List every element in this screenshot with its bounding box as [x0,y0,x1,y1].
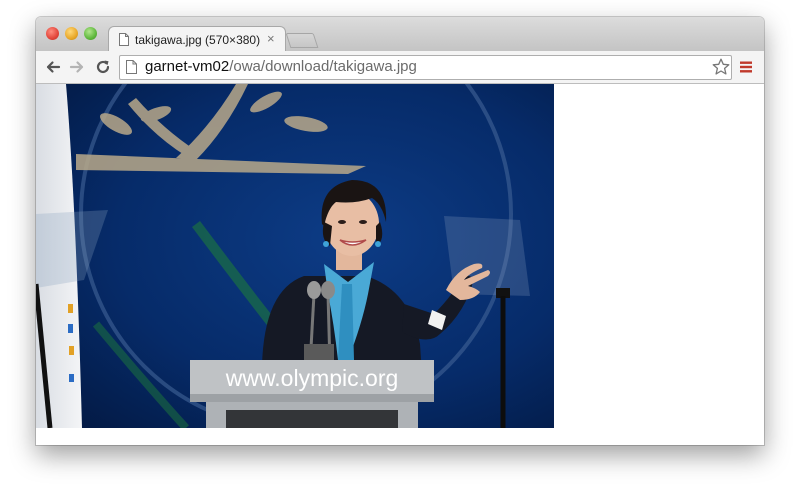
browser-tab[interactable]: takigawa.jpg (570×380) × [108,26,286,53]
minimize-window-button[interactable] [65,27,78,40]
new-tab-button[interactable] [285,33,319,48]
hamburger-menu-icon[interactable] [740,61,752,73]
page-content: www.olympic.org [36,84,764,445]
reload-icon [96,60,110,74]
star-icon[interactable] [711,57,731,77]
forward-button[interactable] [67,57,87,77]
tab-close-icon[interactable]: × [267,31,275,46]
page-icon [126,60,137,74]
browser-window: takigawa.jpg (570×380) × garnet-vm02/owa… [36,17,764,445]
podium-text: www.olympic.org [225,365,399,391]
back-arrow-icon [46,61,61,73]
maximize-window-button[interactable] [84,27,97,40]
reload-button[interactable] [93,57,113,77]
url-path: /owa/download/takigawa.jpg [229,58,417,75]
displayed-image[interactable]: www.olympic.org [36,84,554,428]
forward-arrow-icon [69,61,84,73]
toolbar: garnet-vm02/owa/download/takigawa.jpg [36,51,764,84]
title-bar: takigawa.jpg (570×380) × [36,17,764,53]
url-text[interactable]: garnet-vm02/owa/download/takigawa.jpg [145,58,417,75]
address-bar[interactable]: garnet-vm02/owa/download/takigawa.jpg [119,55,732,80]
close-window-button[interactable] [46,27,59,40]
url-host: garnet-vm02 [145,58,230,75]
back-button[interactable] [43,57,63,77]
page-icon [119,33,129,46]
tab-title: takigawa.jpg (570×380) [135,33,261,47]
